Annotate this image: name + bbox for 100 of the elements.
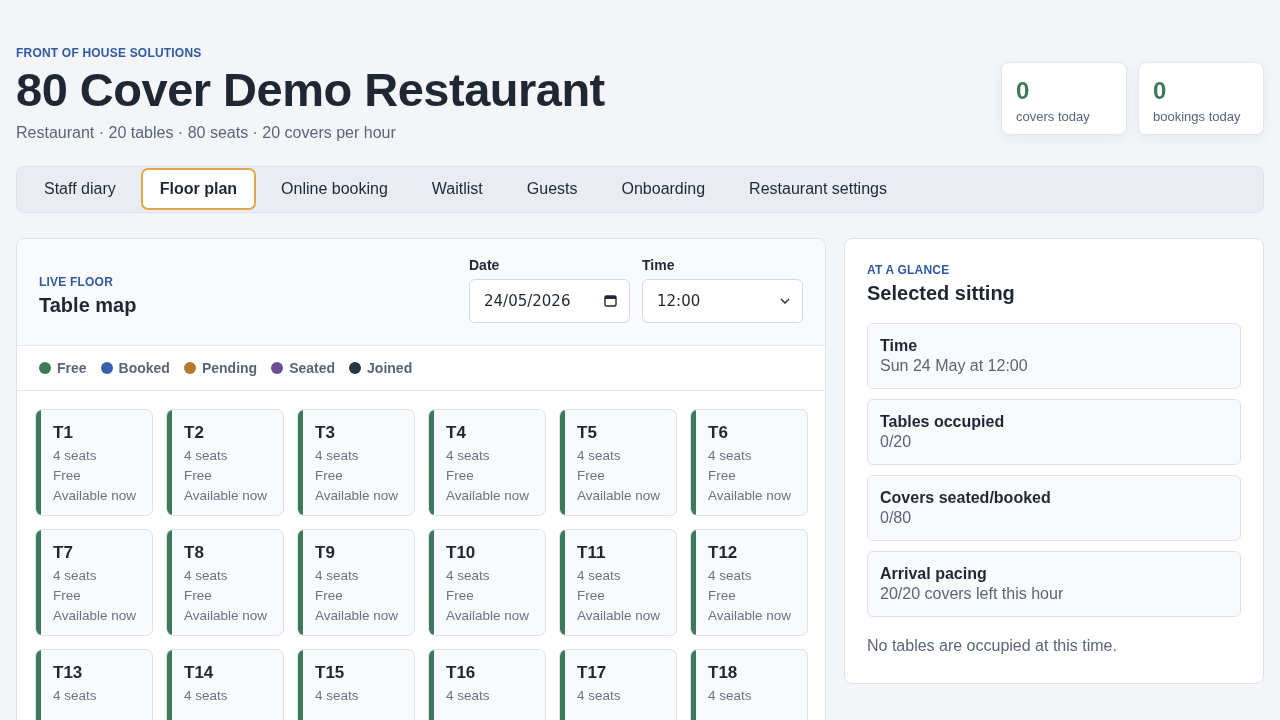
table-seats: 4 seats <box>708 685 752 706</box>
table-seats: 4 seats <box>315 685 359 706</box>
summary-value: 0/20 <box>880 432 913 451</box>
table-name: T7 <box>53 542 74 563</box>
summary-value: 20/20 covers left this hour <box>880 584 1065 603</box>
restaurant-summary: Restaurant · 20 tables · 80 seats · 20 covers per hour <box>16 123 397 142</box>
table-seats: 4 seats <box>708 445 792 466</box>
table-name: T13 <box>53 662 84 683</box>
chevron-down-icon <box>780 297 790 304</box>
legend-label: Pending <box>201 359 258 376</box>
time-select[interactable]: 12:00 <box>642 278 803 323</box>
table-card[interactable]: T6 4 seats Free Available now <box>690 408 808 516</box>
stat-value: 0 <box>1153 77 1168 105</box>
table-name: T4 <box>446 422 467 443</box>
field-label: Date <box>469 256 501 273</box>
table-seats: 4 seats <box>184 445 268 466</box>
nav-tab[interactable]: Floor plan <box>140 168 257 211</box>
date-field[interactable]: 24/05/2026 <box>469 278 630 323</box>
summary-label: Tables occupied <box>880 412 1006 431</box>
table-seats: 4 seats <box>577 685 621 706</box>
table-status: Free <box>315 586 344 605</box>
table-seats: 4 seats <box>577 565 661 586</box>
table-card[interactable]: T1 4 seats Free Available now <box>35 408 153 516</box>
table-status: Free <box>53 466 82 485</box>
calendar-icon <box>604 294 617 308</box>
table-seats: 4 seats <box>577 445 661 466</box>
table-card[interactable]: T5 4 seats Free Available now <box>559 408 677 516</box>
table-status: Free <box>184 586 213 605</box>
nav-tab[interactable]: Staff diary <box>25 168 135 211</box>
table-availability: Available now <box>315 486 399 505</box>
restaurant-title: 80 Cover Demo Restaurant <box>16 64 605 116</box>
table-status: Free <box>708 586 737 605</box>
table-card[interactable]: T7 4 seats Free Available now <box>35 528 153 636</box>
table-availability: Available now <box>577 606 661 625</box>
table-card[interactable]: T12 4 seats Free Available now <box>690 528 808 636</box>
table-status: Free <box>577 586 606 605</box>
table-availability: Available now <box>53 606 137 625</box>
table-name: T2 <box>184 422 205 443</box>
nav-tab[interactable]: Waitlist <box>412 168 502 211</box>
table-name: T5 <box>577 422 598 443</box>
table-card[interactable]: T4 4 seats Free Available now <box>428 408 546 516</box>
table-name: T14 <box>184 662 215 683</box>
stat-value: 0 <box>1016 77 1031 105</box>
legend-label: Free <box>57 359 87 376</box>
nav-tab[interactable]: Online booking <box>262 168 407 211</box>
table-card[interactable]: T17 4 seats <box>559 648 677 720</box>
table-name: T12 <box>708 542 739 563</box>
legend-label: Seated <box>289 359 336 376</box>
stat-label: bookings today <box>1153 109 1242 124</box>
table-card[interactable]: T16 4 seats <box>428 648 546 720</box>
table-name: T17 <box>577 662 608 683</box>
table-name: T6 <box>708 422 729 443</box>
table-seats: 4 seats <box>315 445 399 466</box>
summary-label: Time <box>880 336 919 355</box>
table-status: Free <box>708 466 737 485</box>
table-availability: Available now <box>577 486 661 505</box>
table-availability: Available now <box>184 606 268 625</box>
company-label: FRONT OF HOUSE SOLUTIONS <box>16 46 203 60</box>
table-status: Free <box>446 466 475 485</box>
table-name: T10 <box>446 542 477 563</box>
summary-value: Sun 24 May at 12:00 <box>880 356 1029 375</box>
table-name: T1 <box>53 422 74 443</box>
table-name: T8 <box>184 542 205 563</box>
nav-tab[interactable]: Guests <box>507 168 597 211</box>
summary-label: Arrival pacing <box>880 564 988 583</box>
section-title: Table map <box>39 293 137 317</box>
table-card[interactable]: T18 4 seats <box>690 648 808 720</box>
table-seats: 4 seats <box>53 565 137 586</box>
table-card[interactable]: T11 4 seats Free Available now <box>559 528 677 636</box>
table-availability: Available now <box>446 486 530 505</box>
nav-tab[interactable]: Restaurant settings <box>730 168 906 211</box>
table-seats: 4 seats <box>446 685 490 706</box>
table-status: Free <box>446 586 475 605</box>
table-availability: Available now <box>708 606 792 625</box>
nav-tab[interactable]: Onboarding <box>602 168 725 211</box>
table-name: T3 <box>315 422 336 443</box>
summary-value: 0/80 <box>880 508 913 527</box>
table-seats: 4 seats <box>446 445 530 466</box>
table-name: T15 <box>315 662 346 683</box>
table-name: T18 <box>708 662 739 683</box>
table-availability: Available now <box>184 486 268 505</box>
table-card[interactable]: T9 4 seats Free Available now <box>297 528 415 636</box>
table-card[interactable]: T8 4 seats Free Available now <box>166 528 284 636</box>
table-name: T9 <box>315 542 336 563</box>
table-card[interactable]: T3 4 seats Free Available now <box>297 408 415 516</box>
table-seats: 4 seats <box>446 565 530 586</box>
table-card[interactable]: T13 4 seats <box>35 648 153 720</box>
table-seats: 4 seats <box>315 565 399 586</box>
table-card[interactable]: T2 4 seats Free Available now <box>166 408 284 516</box>
table-seats: 4 seats <box>184 685 228 706</box>
table-status: Free <box>577 466 606 485</box>
table-status: Free <box>53 586 82 605</box>
table-status: Free <box>184 466 213 485</box>
table-seats: 4 seats <box>708 565 792 586</box>
table-card[interactable]: T10 4 seats Free Available now <box>428 528 546 636</box>
table-seats: 4 seats <box>184 565 268 586</box>
section-label: AT A GLANCE <box>867 262 951 277</box>
table-availability: Available now <box>446 606 530 625</box>
table-card[interactable]: T14 4 seats <box>166 648 284 720</box>
table-card[interactable]: T15 4 seats <box>297 648 415 720</box>
